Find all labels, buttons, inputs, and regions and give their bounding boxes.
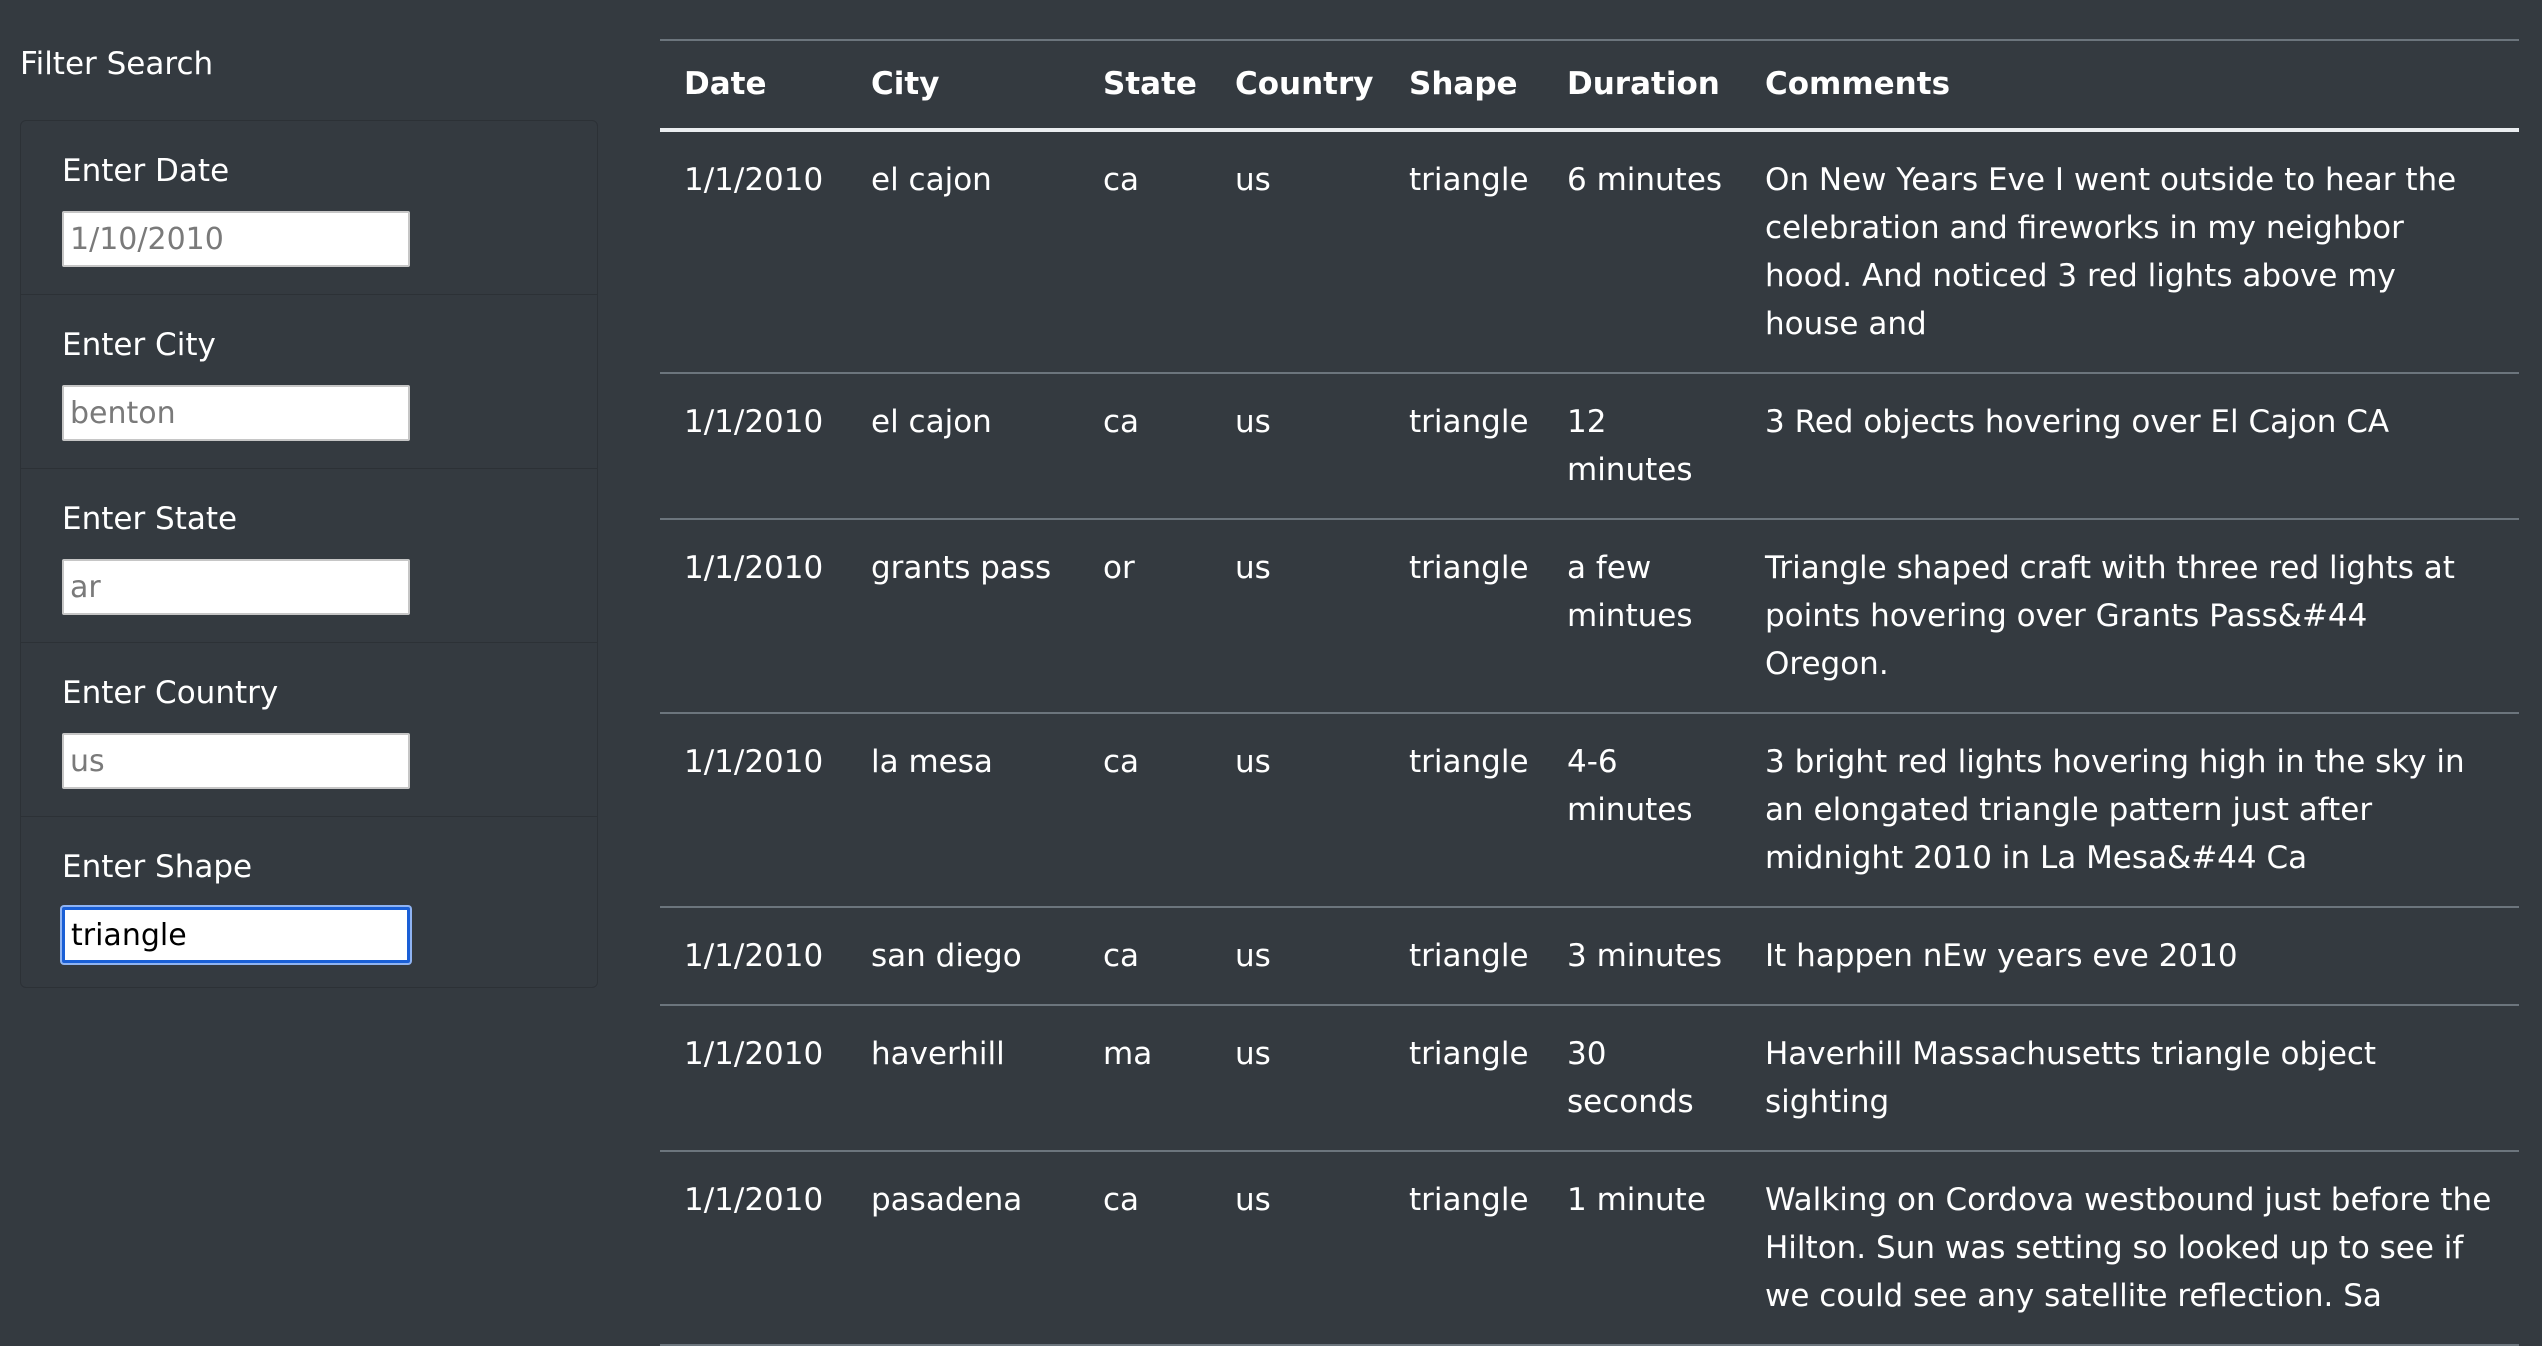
cell-city: san diego — [847, 907, 1079, 1006]
table-row: 1/1/2010 san diego ca us triangle 3 minu… — [660, 907, 2519, 1006]
filter-item-shape: Enter Shape — [21, 817, 597, 991]
filter-search-title: Filter Search — [20, 46, 214, 82]
cell-comments: 3 bright red lights hovering high in the… — [1741, 713, 2519, 908]
cell-duration: 4-6 minutes — [1543, 713, 1741, 908]
cell-country: us — [1211, 907, 1385, 1006]
results-table-container: Date City State Country Shape Duration C… — [660, 40, 2519, 1346]
column-header-date: Date — [660, 40, 847, 132]
ufo-sightings-table: Date City State Country Shape Duration C… — [660, 40, 2519, 1346]
cell-duration: 1 minute — [1543, 1151, 1741, 1346]
shape-label: Enter Shape — [62, 849, 253, 885]
cell-state: ca — [1079, 373, 1211, 520]
cell-country: us — [1211, 130, 1385, 374]
table-row: 1/1/2010 la mesa ca us triangle 4-6 minu… — [660, 713, 2519, 908]
date-input[interactable] — [62, 211, 410, 267]
table-row: 1/1/2010 el cajon ca us triangle 6 minut… — [660, 130, 2519, 374]
cell-duration: 30 seconds — [1543, 1005, 1741, 1152]
cell-state: or — [1079, 519, 1211, 714]
state-input[interactable] — [62, 559, 410, 615]
cell-date: 1/1/2010 — [660, 373, 847, 520]
filter-panel: Enter Date Enter City Enter State Enter … — [20, 120, 598, 988]
cell-city: el cajon — [847, 130, 1079, 374]
cell-state: ca — [1079, 130, 1211, 374]
city-input[interactable] — [62, 385, 410, 441]
date-label: Enter Date — [62, 153, 230, 189]
state-label: Enter State — [62, 501, 238, 537]
filter-item-date: Enter Date — [21, 121, 597, 295]
cell-duration: a few mintues — [1543, 519, 1741, 714]
country-input[interactable] — [62, 733, 410, 789]
cell-duration: 3 minutes — [1543, 907, 1741, 1006]
table-header-row: Date City State Country Shape Duration C… — [660, 40, 2519, 132]
cell-shape: triangle — [1385, 130, 1543, 374]
cell-state: ca — [1079, 1151, 1211, 1346]
cell-date: 1/1/2010 — [660, 713, 847, 908]
cell-state: ca — [1079, 907, 1211, 1006]
cell-date: 1/1/2010 — [660, 130, 847, 374]
column-header-duration: Duration — [1543, 40, 1741, 132]
cell-city: haverhill — [847, 1005, 1079, 1152]
column-header-state: State — [1079, 40, 1211, 132]
cell-shape: triangle — [1385, 713, 1543, 908]
cell-shape: triangle — [1385, 519, 1543, 714]
column-header-city: City — [847, 40, 1079, 132]
cell-state: ca — [1079, 713, 1211, 908]
cell-shape: triangle — [1385, 1151, 1543, 1346]
cell-duration: 6 minutes — [1543, 130, 1741, 374]
cell-comments: Walking on Cordova westbound just before… — [1741, 1151, 2519, 1346]
city-label: Enter City — [62, 327, 216, 363]
shape-input[interactable] — [62, 907, 410, 963]
cell-city: el cajon — [847, 373, 1079, 520]
cell-comments: Haverhill Massachusetts triangle object … — [1741, 1005, 2519, 1152]
cell-date: 1/1/2010 — [660, 519, 847, 714]
cell-comments: Triangle shaped craft with three red lig… — [1741, 519, 2519, 714]
cell-comments: 3 Red objects hovering over El Cajon CA — [1741, 373, 2519, 520]
cell-comments: It happen nEw years eve 2010 — [1741, 907, 2519, 1006]
country-label: Enter Country — [62, 675, 279, 711]
table-row: 1/1/2010 haverhill ma us triangle 30 sec… — [660, 1005, 2519, 1152]
cell-shape: triangle — [1385, 1005, 1543, 1152]
cell-shape: triangle — [1385, 907, 1543, 1006]
filter-item-city: Enter City — [21, 295, 597, 469]
cell-duration: 12 minutes — [1543, 373, 1741, 520]
column-header-country: Country — [1211, 40, 1385, 132]
cell-city: pasadena — [847, 1151, 1079, 1346]
cell-country: us — [1211, 373, 1385, 520]
cell-city: grants pass — [847, 519, 1079, 714]
table-row: 1/1/2010 grants pass or us triangle a fe… — [660, 519, 2519, 714]
cell-city: la mesa — [847, 713, 1079, 908]
cell-shape: triangle — [1385, 373, 1543, 520]
cell-date: 1/1/2010 — [660, 1151, 847, 1346]
filter-item-state: Enter State — [21, 469, 597, 643]
cell-date: 1/1/2010 — [660, 907, 847, 1006]
cell-country: us — [1211, 1151, 1385, 1346]
filter-item-country: Enter Country — [21, 643, 597, 817]
column-header-shape: Shape — [1385, 40, 1543, 132]
cell-state: ma — [1079, 1005, 1211, 1152]
cell-country: us — [1211, 1005, 1385, 1152]
cell-date: 1/1/2010 — [660, 1005, 847, 1152]
column-header-comments: Comments — [1741, 40, 2519, 132]
table-row: 1/1/2010 el cajon ca us triangle 12 minu… — [660, 373, 2519, 520]
cell-country: us — [1211, 519, 1385, 714]
table-row: 1/1/2010 pasadena ca us triangle 1 minut… — [660, 1151, 2519, 1346]
cell-comments: On New Years Eve I went outside to hear … — [1741, 130, 2519, 374]
cell-country: us — [1211, 713, 1385, 908]
